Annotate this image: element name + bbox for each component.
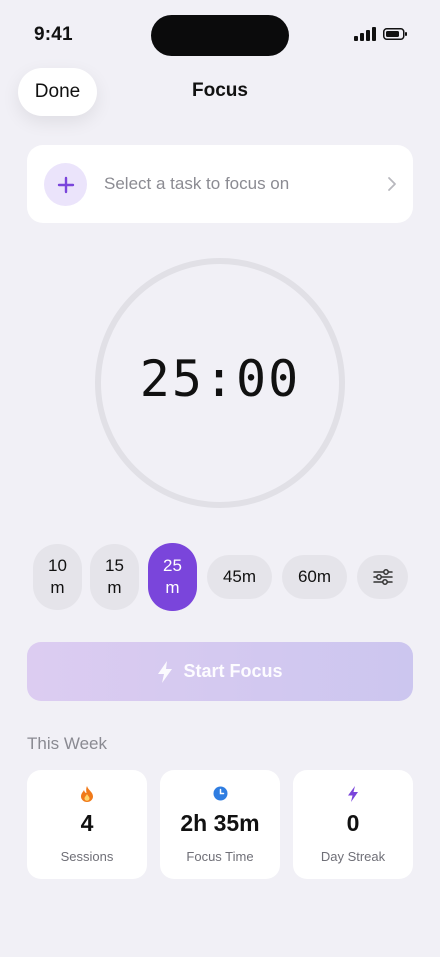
battery-icon	[383, 28, 407, 40]
duration-10m-button[interactable]: 10 m	[33, 544, 82, 610]
duration-label: 25 m	[163, 556, 182, 597]
stat-label: Sessions	[60, 849, 114, 864]
duration-60m-button[interactable]: 60m	[282, 555, 347, 599]
stat-label: Focus Time	[186, 849, 254, 864]
stat-card-day-streak: 0 Day Streak	[293, 770, 413, 879]
clock-icon	[160, 786, 280, 801]
stat-value: 2h 35m	[180, 810, 260, 836]
start-focus-label: Start Focus	[183, 661, 283, 681]
bolt-icon	[158, 660, 173, 683]
stat-value: 4	[80, 810, 94, 836]
bolt-icon	[293, 786, 413, 802]
stat-value: 0	[346, 810, 360, 836]
duration-45m-button[interactable]: 45m	[207, 555, 272, 599]
stat-card-sessions: 4 Sessions	[27, 770, 147, 879]
focus-screen: 9:41 Done Focus Select a task to focus o…	[0, 0, 440, 957]
stat-card-focus-time: 2h 35m Focus Time	[160, 770, 280, 879]
duration-label: 10 m	[48, 556, 67, 597]
chevron-right-icon	[388, 177, 396, 191]
section-heading: This Week	[27, 734, 107, 753]
duration-25m-button[interactable]: 25 m	[148, 543, 197, 611]
signal-icon	[354, 27, 376, 41]
duration-label: 60m	[297, 567, 332, 586]
select-task-button[interactable]: Select a task to focus on	[27, 145, 413, 223]
page-title: Focus	[192, 80, 248, 101]
duration-label: 15 m	[105, 556, 124, 597]
duration-label: 45m	[222, 567, 257, 586]
plus-icon	[44, 163, 87, 206]
start-focus-button[interactable]: Start Focus	[27, 642, 413, 701]
flame-icon	[27, 786, 147, 802]
timer-display: 25:00	[139, 350, 301, 408]
dynamic-island	[151, 15, 289, 56]
task-placeholder: Select a task to focus on	[104, 174, 290, 193]
duration-15m-button[interactable]: 15 m	[90, 544, 139, 610]
status-time: 9:41	[34, 24, 73, 45]
sliders-icon	[372, 569, 393, 585]
stat-label: Day Streak	[320, 849, 386, 864]
custom-duration-button[interactable]	[357, 555, 408, 599]
